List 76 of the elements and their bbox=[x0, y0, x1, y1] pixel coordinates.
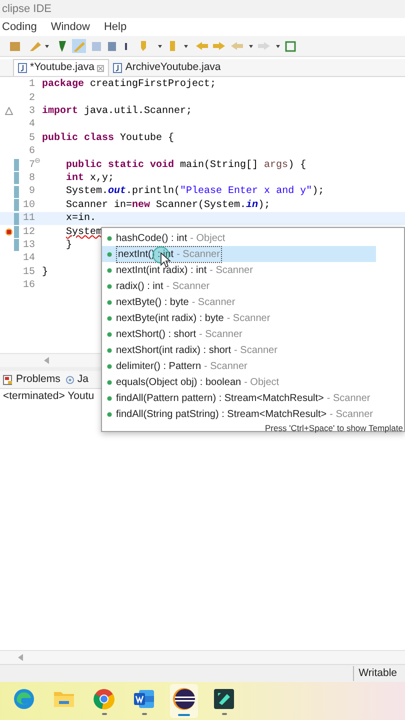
completion-item[interactable]: nextShort() : short - Scanner bbox=[102, 326, 376, 342]
code-line: } bbox=[66, 238, 72, 253]
line-number: 12 bbox=[22, 226, 35, 240]
editor-tab[interactable]: ArchiveYoutube.java bbox=[109, 59, 225, 76]
menu-item[interactable]: Window bbox=[50, 18, 90, 36]
panel-tab[interactable]: Ja bbox=[66, 372, 88, 388]
completion-hint: Press 'Ctrl+Space' to show Template bbox=[265, 422, 404, 435]
line-number: 16 bbox=[22, 279, 35, 294]
completion-item[interactable]: equals(Object obj) : boolean - Object bbox=[102, 374, 376, 390]
line-number: 5 bbox=[28, 132, 35, 146]
method-icon bbox=[107, 300, 112, 304]
completion-item[interactable]: nextByte(int radix) : byte - Scanner bbox=[102, 310, 376, 326]
completion-item[interactable]: nextShort(int radix) : short - Scanner bbox=[102, 342, 376, 358]
collapse-icon[interactable] bbox=[35, 158, 40, 164]
problems-icon bbox=[3, 374, 13, 384]
document-app-icon[interactable] bbox=[133, 688, 155, 710]
completion-item[interactable]: nextByte() : byte - Scanner bbox=[102, 294, 376, 310]
completion-item[interactable]: nextInt(int radix) : int - Scanner bbox=[102, 262, 376, 278]
method-icon bbox=[107, 380, 112, 384]
line-number: 9 bbox=[28, 185, 35, 200]
method-icon bbox=[107, 396, 112, 400]
at-sign-icon bbox=[66, 376, 74, 384]
editor-tab[interactable]: *Youtube.java bbox=[13, 59, 110, 76]
line-number: 2 bbox=[28, 92, 35, 106]
method-icon bbox=[107, 412, 112, 416]
line-number: 1 bbox=[28, 78, 35, 92]
completion-item[interactable]: findAll(Pattern pattern) : Stream<MatchResult> - Scanner bbox=[102, 390, 376, 406]
method-icon bbox=[107, 252, 112, 256]
code-line: public class Youtube { bbox=[42, 132, 174, 146]
method-icon bbox=[107, 316, 112, 320]
window-title: clipse IDE bbox=[2, 2, 52, 17]
console-status: <terminated> Youtu bbox=[3, 388, 94, 404]
java-file-icon bbox=[113, 62, 122, 72]
line-number: 10 bbox=[22, 198, 35, 213]
browser-icon[interactable] bbox=[93, 688, 115, 710]
method-icon bbox=[107, 268, 112, 272]
menu-item[interactable]: Coding bbox=[2, 18, 37, 36]
java-file-icon bbox=[18, 63, 27, 73]
method-icon bbox=[107, 348, 112, 352]
line-number: 6 bbox=[28, 145, 35, 160]
code-line: System.out.println("Please Enter x and y"); bbox=[66, 184, 324, 200]
code-line: Scanner in=new Scanner(System.in); bbox=[66, 198, 270, 212]
completion-item[interactable]: findAll(String patString) : Stream<MatchResult> - Scanner bbox=[102, 406, 376, 422]
tab-label: ArchiveYoutube.java bbox=[125, 60, 221, 75]
code-line: x=in. bbox=[66, 212, 96, 226]
menu-item[interactable]: Help bbox=[104, 18, 127, 36]
method-icon bbox=[107, 236, 112, 240]
scroll-left-icon[interactable] bbox=[44, 357, 49, 364]
video-editor-icon[interactable] bbox=[213, 688, 235, 710]
line-number: 13 bbox=[22, 238, 35, 253]
code-line: public static void main(String[] args) { bbox=[66, 158, 306, 172]
method-icon bbox=[107, 284, 112, 288]
panel-tab[interactable]: Problems bbox=[3, 372, 60, 388]
code-line: import java.util.Scanner; bbox=[42, 104, 192, 119]
code-line: package creatingFirstProject; bbox=[42, 78, 216, 92]
completion-item[interactable]: radix() : int - Scanner bbox=[102, 278, 376, 294]
tab-label: *Youtube.java bbox=[30, 60, 94, 76]
line-number: 8 bbox=[28, 172, 35, 186]
line-number: 14 bbox=[22, 252, 35, 266]
line-number: 7 bbox=[28, 158, 35, 173]
browser-icon[interactable] bbox=[13, 688, 35, 710]
code-line: System bbox=[66, 226, 102, 240]
line-number: 15 bbox=[22, 266, 35, 280]
completion-item[interactable]: hashCode() : int - Object bbox=[102, 230, 376, 246]
status-writable: Writable bbox=[352, 666, 405, 682]
line-number: 4 bbox=[28, 118, 35, 132]
line-number: 3 bbox=[28, 104, 35, 119]
scroll-left-icon[interactable] bbox=[18, 654, 23, 661]
method-icon bbox=[107, 364, 112, 368]
close-icon[interactable] bbox=[97, 64, 104, 72]
code-line: int x,y; bbox=[66, 172, 114, 186]
code-line: } bbox=[42, 266, 48, 280]
method-icon bbox=[107, 332, 112, 336]
eclipse-app-icon[interactable] bbox=[172, 686, 196, 710]
line-number: 11 bbox=[22, 212, 35, 226]
completion-item[interactable]: delimiter() : Pattern - Scanner bbox=[102, 358, 376, 374]
